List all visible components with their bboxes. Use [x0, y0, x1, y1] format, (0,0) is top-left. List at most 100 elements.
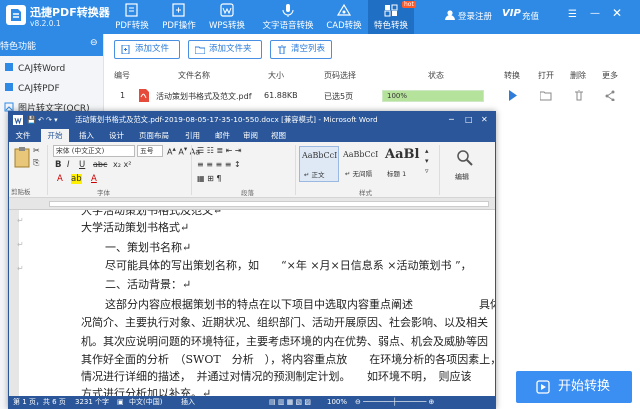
font-name-select[interactable]: 宋体 (中文正文) [53, 145, 135, 157]
tab-cad-convert[interactable]: CAD转换 [322, 0, 366, 34]
tab-pdf-operate[interactable]: PDF操作 [158, 0, 200, 34]
tab-layout[interactable]: 页面布局 [139, 129, 169, 142]
status-language[interactable]: 中文(中国) [129, 396, 162, 409]
status-mode[interactable]: 插入 [181, 396, 195, 409]
word-minimize-icon[interactable]: ─ [449, 112, 454, 128]
clear-list-button[interactable]: 清空列表 [270, 40, 332, 59]
tab-special-convert[interactable]: hot 特色转换 [368, 0, 416, 34]
bold-icon[interactable]: B [55, 160, 61, 170]
copy-icon[interactable]: ⎘ [33, 158, 39, 168]
sidebar-item-caj-pdf[interactable]: CAJ转PDF [0, 78, 103, 96]
status-page[interactable]: 第 1 页，共 6 页 [13, 396, 66, 409]
login-link[interactable]: 登录注册 [458, 10, 492, 22]
tab-mailings[interactable]: 邮件 [215, 129, 230, 142]
add-folder-button[interactable]: 添加文件夹 [188, 40, 262, 59]
tab-review[interactable]: 审阅 [243, 129, 258, 142]
minimize-icon[interactable]: — [590, 8, 600, 19]
divider [47, 145, 49, 195]
pdf-convert-icon [125, 3, 138, 17]
menu-icon[interactable]: ☰ [568, 9, 577, 20]
file-toolbar: 添加文件 添加文件夹 清空列表 [104, 34, 640, 64]
delete-icon[interactable] [574, 90, 584, 101]
style-no-spacing[interactable]: AaBbCcI ↵ 无间隔 [341, 146, 381, 182]
zoom-level[interactable]: 100% [327, 396, 347, 409]
italic-icon[interactable]: I [67, 160, 70, 170]
underline-icon[interactable]: U [79, 160, 85, 170]
col-pages: 页码选择 [324, 71, 356, 80]
row-file-name: 活动策划书格式及范文.pdf [156, 92, 252, 101]
close-icon[interactable]: ✕ [612, 6, 622, 20]
folder-icon [195, 46, 205, 54]
style-preview: AaBl [385, 147, 420, 162]
style-heading-1[interactable]: AaBl 标题 1 [383, 146, 423, 182]
zoom-slider[interactable]: ⊖ ───────┼─────── ⊕ [355, 396, 434, 409]
qat-icons[interactable]: 💾 ↶ ↷ ▾ [27, 112, 58, 128]
word-window[interactable]: 💾 ↶ ↷ ▾ 活动策划书格式及范文.pdf-2019-08-05-17-35-… [8, 111, 496, 409]
styles-group-label: 样式 [359, 189, 372, 197]
edit-group-label[interactable]: 编辑 [455, 172, 469, 182]
shading-icon[interactable]: ▦ ⊞ ¶ [197, 174, 221, 183]
bullets-icon[interactable]: ☰ ☷ ≣ ⇤ ⇥ [197, 146, 242, 155]
tab-view[interactable]: 视图 [271, 129, 286, 142]
font-size-select[interactable]: 五号 [137, 145, 163, 157]
word-title: 活动策划书格式及范文.pdf-2019-08-05-17-35-10-550.d… [75, 115, 378, 124]
share-icon[interactable] [604, 90, 616, 101]
word-maximize-icon[interactable]: □ [465, 112, 473, 128]
paragraph-group-label: 段落 [241, 189, 254, 197]
style-preview: AaBbCcI [302, 151, 338, 160]
style-normal[interactable]: AaBbCcI ↵ 正文 [299, 146, 339, 182]
wps-icon [220, 3, 234, 17]
special-icon [384, 4, 398, 17]
find-icon[interactable] [455, 148, 475, 168]
app-header: 迅捷PDF转换器 v8.2.0.1 PDF转换 PDF操作 WPS转换 文字语音… [0, 0, 640, 34]
folder-open-icon[interactable] [540, 90, 552, 101]
view-buttons[interactable]: ▤ ▥ ▦ ▧ ▨ [269, 396, 311, 409]
doc-line: 其作好全面的分析 （SWOT 分析 ），将内容重点放 在环境分析的各项因素上，对 [81, 353, 495, 366]
tab-wps-convert[interactable]: WPS转换 [206, 0, 248, 34]
strikethrough-icon[interactable]: abc [93, 160, 107, 169]
paragraph-mark: ↵ [17, 264, 24, 273]
start-convert-button[interactable]: 开始转换 [516, 371, 632, 403]
cut-icon[interactable]: ✂ [33, 146, 40, 155]
document-area[interactable]: ↵ ↵ ↵ 大学活动策划书格式及范文↵ 大学活动策划书格式↵ 一、策划书名称↵ … [9, 210, 495, 396]
col-open: 打开 [538, 71, 554, 80]
progress-text: 100% [387, 92, 408, 100]
tab-file[interactable]: 文件 [9, 129, 37, 142]
caj-icon [5, 63, 13, 71]
font-color-icon[interactable]: A [91, 174, 97, 184]
subscript-icon[interactable]: x₂ x² [113, 160, 131, 169]
word-close-icon[interactable]: ✕ [481, 112, 488, 128]
row-pages[interactable]: 已选5页 [324, 91, 353, 102]
status-words[interactable]: 3231 个字 [75, 396, 109, 409]
tab-label: WPS转换 [209, 21, 245, 31]
recharge-link[interactable]: 充值 [522, 10, 539, 22]
clipboard-group-label: 剪贴板 [11, 188, 31, 196]
highlight-icon[interactable]: ab [71, 174, 82, 184]
row-size: 61.88KB [264, 91, 298, 100]
sidebar-item-caj-word[interactable]: CAJ转Word [0, 58, 103, 76]
col-name: 文件名称 [178, 71, 210, 80]
tab-design[interactable]: 设计 [109, 129, 124, 142]
styles-scroll-icon[interactable]: ▴ ▾ ▿ [425, 146, 429, 176]
sidebar-item-label: CAJ转PDF [18, 84, 60, 94]
sidebar-header-label: 特色功能 [0, 42, 37, 52]
pdf-operate-icon [172, 3, 185, 17]
tab-home[interactable]: 开始 [41, 129, 69, 142]
sidebar-header[interactable]: 特色功能 ⊖ [0, 34, 103, 56]
paste-icon[interactable] [13, 146, 31, 168]
grow-font-icon[interactable]: A▴ A▾ Aa [167, 145, 200, 157]
app-version: v8.2.0.1 [30, 19, 61, 28]
spellcheck-icon[interactable]: ▣ [117, 396, 124, 409]
tab-insert[interactable]: 插入 [79, 129, 94, 142]
voice-icon [282, 4, 294, 17]
align-icons[interactable]: ≡ ≡ ≡ ≡ ↕ [197, 160, 241, 169]
add-file-button[interactable]: 添加文件 [114, 40, 180, 59]
style-name: ↵ 正文 [304, 171, 325, 179]
tab-references[interactable]: 引用 [185, 129, 200, 142]
tab-voice-convert[interactable]: 文字语音转换 [256, 0, 320, 34]
col-size: 大小 [268, 71, 284, 80]
table-row[interactable]: 1 活动策划书格式及范文.pdf 61.88KB 已选5页 100% [104, 86, 640, 106]
text-effects-icon[interactable]: A [57, 174, 63, 184]
play-icon[interactable] [508, 90, 518, 101]
tab-pdf-convert[interactable]: PDF转换 [112, 0, 152, 34]
